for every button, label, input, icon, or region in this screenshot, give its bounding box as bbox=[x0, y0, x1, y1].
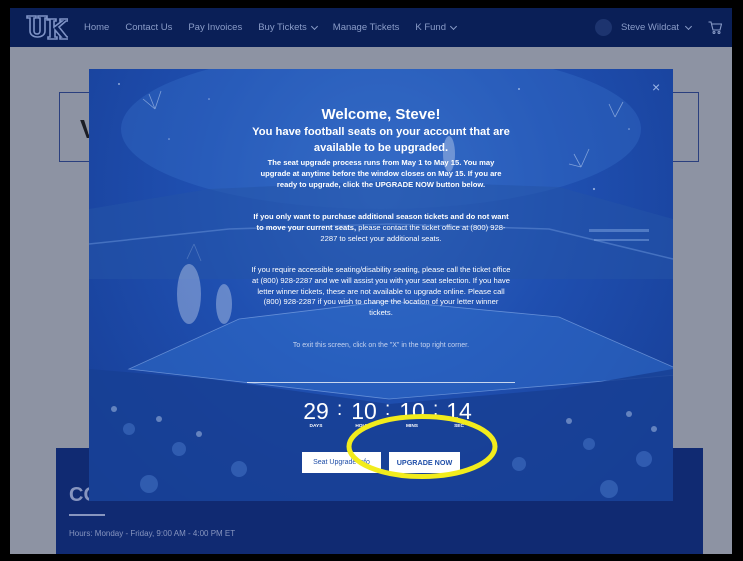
nav-home-label: Home bbox=[84, 22, 110, 33]
accessible-seating-text: If you require accessible seating/disabi… bbox=[251, 265, 511, 318]
close-icon[interactable]: × bbox=[652, 80, 660, 94]
top-nav: Home Contact Us Pay Invoices Buy Tickets… bbox=[10, 8, 732, 47]
nav-contact-us[interactable]: Contact Us bbox=[125, 22, 172, 33]
chevron-down-icon bbox=[310, 22, 318, 30]
countdown-days: 29 DAYS bbox=[299, 399, 333, 429]
nav-buy-tickets-label: Buy Tickets bbox=[258, 22, 307, 33]
cart-icon[interactable] bbox=[708, 21, 722, 34]
uk-logo[interactable] bbox=[24, 13, 68, 42]
user-menu[interactable]: Steve Wildcat bbox=[595, 19, 693, 36]
nav-buy-tickets[interactable]: Buy Tickets bbox=[258, 22, 318, 33]
upgrade-lead-text: You have football seats on your account … bbox=[252, 126, 510, 154]
highlight-circle-annotation bbox=[346, 414, 498, 479]
user-name: Steve Wildcat bbox=[621, 22, 680, 33]
modal-divider bbox=[247, 382, 515, 383]
contact-divider bbox=[69, 514, 105, 516]
chevron-down-icon bbox=[449, 22, 458, 30]
welcome-heading: Welcome, Steve! bbox=[321, 106, 441, 123]
nav-k-fund[interactable]: K Fund bbox=[415, 22, 458, 33]
chevron-down-icon bbox=[685, 22, 693, 30]
nav-links: Home Contact Us Pay Invoices Buy Tickets… bbox=[84, 8, 472, 47]
exit-instructions: To exit this screen, click on the "X" in… bbox=[292, 342, 470, 349]
contact-hours: Hours: Monday - Friday, 9:00 AM - 4:00 P… bbox=[69, 529, 236, 538]
countdown-days-value: 29 bbox=[303, 398, 329, 424]
nav-manage-tickets-label: Manage Tickets bbox=[332, 22, 400, 33]
upgrade-process-text: The seat upgrade process runs from May 1… bbox=[260, 158, 502, 189]
nav-k-fund-label: K Fund bbox=[415, 22, 446, 33]
countdown-days-label: DAYS bbox=[309, 424, 323, 429]
nav-pay-invoices-label: Pay Invoices bbox=[188, 22, 243, 33]
nav-contact-us-label: Contact Us bbox=[125, 22, 173, 33]
avatar bbox=[595, 19, 612, 36]
countdown-separator: : bbox=[337, 399, 343, 420]
additional-tickets-text: If you only want to purchase additional … bbox=[249, 212, 513, 244]
nav-home[interactable]: Home bbox=[84, 22, 109, 33]
nav-manage-tickets[interactable]: Manage Tickets bbox=[333, 22, 400, 33]
nav-pay-invoices[interactable]: Pay Invoices bbox=[188, 22, 242, 33]
